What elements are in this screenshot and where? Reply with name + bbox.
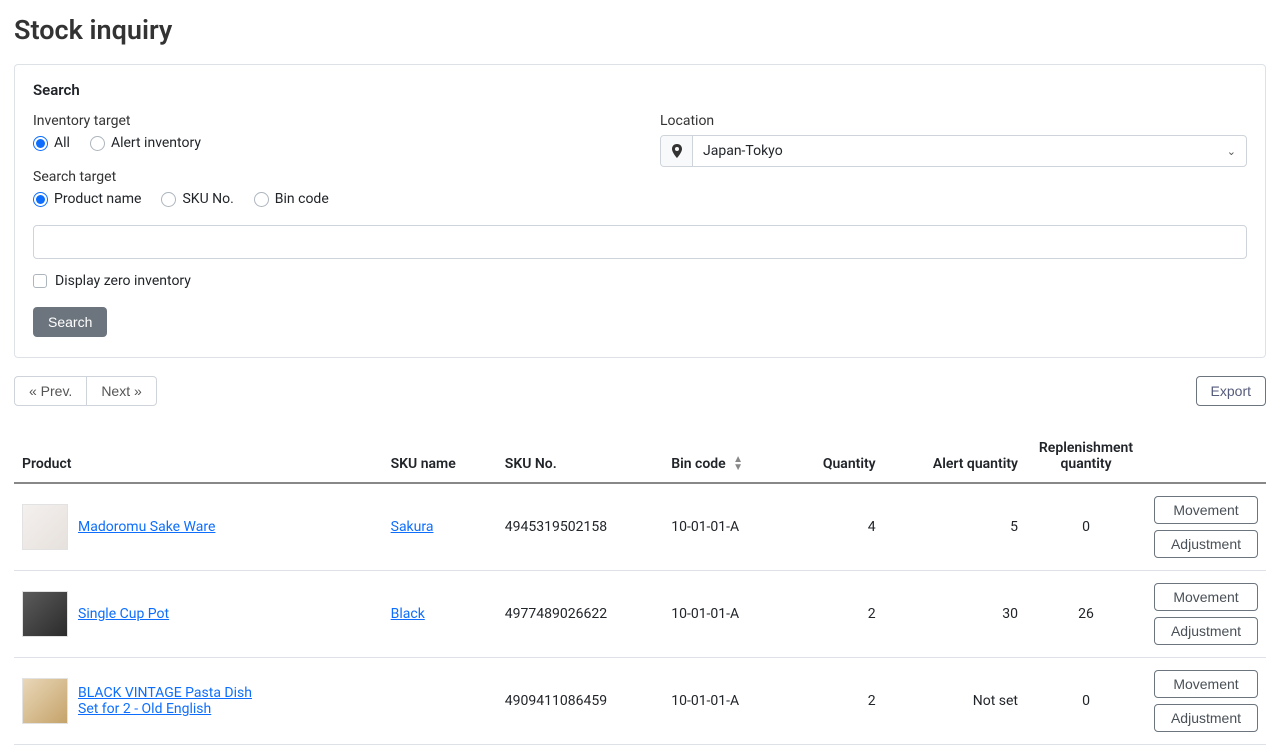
radio-icon bbox=[161, 192, 176, 207]
search-panel: Search Inventory target All Alert invent… bbox=[14, 64, 1266, 358]
search-button[interactable]: Search bbox=[33, 307, 107, 337]
location-label: Location bbox=[660, 113, 1247, 129]
radio-icon bbox=[90, 136, 105, 151]
table-row: Single Cup Pot Black 497748902662210-01-01… bbox=[14, 571, 1266, 658]
quantity-cell: 2 bbox=[787, 571, 884, 658]
export-button[interactable]: Export bbox=[1196, 376, 1266, 406]
search-target-sku-no[interactable]: SKU No. bbox=[161, 191, 233, 207]
replenishment-quantity-cell: 26 bbox=[1026, 571, 1146, 658]
movement-button[interactable]: Movement bbox=[1154, 583, 1258, 611]
search-panel-title: Search bbox=[33, 81, 1247, 99]
alert-quantity-cell: Not set bbox=[884, 658, 1026, 745]
search-input[interactable] bbox=[33, 225, 1247, 259]
product-thumbnail bbox=[22, 678, 68, 724]
product-link[interactable]: Madoromu Sake Ware bbox=[78, 519, 215, 535]
search-target-label: Search target bbox=[33, 169, 1247, 185]
radio-label: All bbox=[54, 135, 70, 151]
col-bin-code[interactable]: Bin code ▲▼ bbox=[663, 430, 787, 483]
inventory-target-alert[interactable]: Alert inventory bbox=[90, 135, 201, 151]
movement-button[interactable]: Movement bbox=[1154, 496, 1258, 524]
col-replenishment-quantity[interactable]: Replenishment quantity bbox=[1026, 430, 1146, 483]
radio-label: Alert inventory bbox=[111, 135, 201, 151]
bin-code-cell: 10-01-01-A bbox=[663, 658, 787, 745]
location-pin-icon bbox=[661, 136, 693, 166]
adjustment-button[interactable]: Adjustment bbox=[1154, 617, 1258, 645]
radio-label: Bin code bbox=[275, 191, 329, 207]
sort-icon: ▲▼ bbox=[733, 456, 743, 472]
radio-icon bbox=[33, 192, 48, 207]
pagination-toolbar: « Prev. Next » Export bbox=[14, 376, 1266, 406]
prev-button[interactable]: « Prev. bbox=[14, 376, 87, 406]
results-table: Product SKU name SKU No. Bin code ▲▼ Qua… bbox=[14, 430, 1266, 745]
search-target-bin-code[interactable]: Bin code bbox=[254, 191, 329, 207]
checkbox-label: Display zero inventory bbox=[55, 273, 191, 289]
col-sku-name[interactable]: SKU name bbox=[383, 430, 497, 483]
alert-quantity-cell: 30 bbox=[884, 571, 1026, 658]
table-row: Madoromu Sake Ware Sakura 494531950215810-… bbox=[14, 483, 1266, 571]
product-link[interactable]: Single Cup Pot bbox=[78, 606, 169, 622]
col-sku-no[interactable]: SKU No. bbox=[497, 430, 663, 483]
quantity-cell: 4 bbox=[787, 483, 884, 571]
sku-name-link[interactable]: Black bbox=[391, 606, 425, 622]
product-thumbnail bbox=[22, 504, 68, 550]
product-link[interactable]: BLACK VINTAGE Pasta Dish Set for 2 - Old… bbox=[78, 685, 268, 717]
col-quantity[interactable]: Quantity bbox=[787, 430, 884, 483]
adjustment-button[interactable]: Adjustment bbox=[1154, 530, 1258, 558]
location-value: Japan-Tokyo bbox=[703, 143, 783, 159]
col-product[interactable]: Product bbox=[14, 430, 383, 483]
chevron-down-icon: ⌄ bbox=[1227, 145, 1236, 158]
movement-button[interactable]: Movement bbox=[1154, 670, 1258, 698]
adjustment-button[interactable]: Adjustment bbox=[1154, 704, 1258, 732]
radio-icon bbox=[254, 192, 269, 207]
radio-label: Product name bbox=[54, 191, 141, 207]
table-row: BLACK VINTAGE Pasta Dish Set for 2 - Old… bbox=[14, 658, 1266, 745]
product-thumbnail bbox=[22, 591, 68, 637]
page-title: Stock inquiry bbox=[14, 14, 1266, 46]
replenishment-quantity-cell: 0 bbox=[1026, 658, 1146, 745]
inventory-target-label: Inventory target bbox=[33, 113, 620, 129]
checkbox-icon bbox=[33, 274, 47, 288]
location-select[interactable]: Japan-Tokyo ⌄ bbox=[660, 135, 1247, 167]
next-button[interactable]: Next » bbox=[87, 376, 156, 406]
replenishment-quantity-cell: 0 bbox=[1026, 483, 1146, 571]
radio-icon bbox=[33, 136, 48, 151]
radio-label: SKU No. bbox=[182, 191, 233, 207]
col-actions bbox=[1146, 430, 1266, 483]
search-target-product-name[interactable]: Product name bbox=[33, 191, 141, 207]
alert-quantity-cell: 5 bbox=[884, 483, 1026, 571]
bin-code-cell: 10-01-01-A bbox=[663, 571, 787, 658]
inventory-target-all[interactable]: All bbox=[33, 135, 70, 151]
sku-name-link[interactable]: Sakura bbox=[391, 519, 434, 535]
bin-code-cell: 10-01-01-A bbox=[663, 483, 787, 571]
sku-no-cell: 4977489026622 bbox=[497, 571, 663, 658]
display-zero-inventory-checkbox[interactable]: Display zero inventory bbox=[33, 273, 1247, 289]
sku-no-cell: 4945319502158 bbox=[497, 483, 663, 571]
quantity-cell: 2 bbox=[787, 658, 884, 745]
col-alert-quantity[interactable]: Alert quantity bbox=[884, 430, 1026, 483]
sku-no-cell: 4909411086459 bbox=[497, 658, 663, 745]
